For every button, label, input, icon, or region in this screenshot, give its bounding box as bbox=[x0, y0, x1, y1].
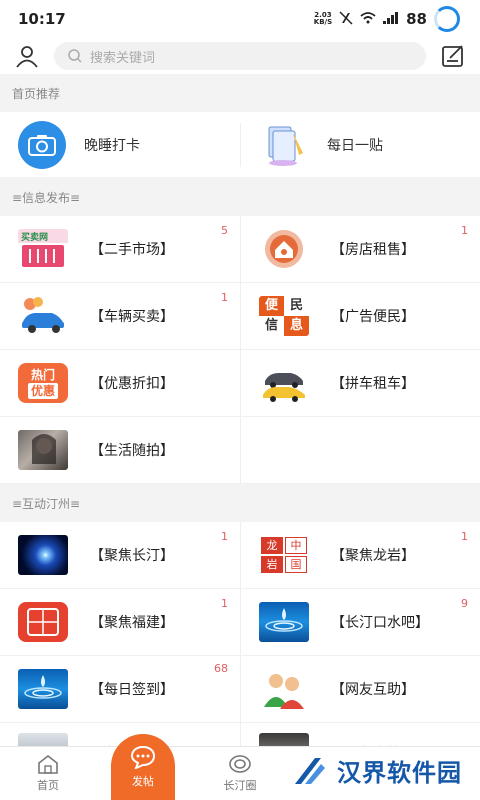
convenience-info-icon: 便 民 信 息 bbox=[259, 296, 309, 336]
grid-item-daily-checkin[interactable]: 【每日签到】 68 bbox=[0, 656, 240, 722]
section-header-info: ≡信息发布≡ bbox=[0, 178, 480, 216]
seal-stamp-icon bbox=[18, 602, 68, 642]
section-header-interact: ≡互动汀州≡ bbox=[0, 484, 480, 522]
user-profile-button[interactable] bbox=[14, 43, 40, 69]
grid-item-secondhand-market[interactable]: 买卖网 【二手市场】 5 bbox=[0, 216, 240, 282]
edit-icon bbox=[442, 45, 463, 67]
shopping-basket-icon: 买卖网 bbox=[18, 229, 68, 269]
network-speed: 2.03 KB/S bbox=[313, 11, 333, 26]
grid-item-carpool-rental[interactable]: 【拼车租车】 bbox=[240, 350, 480, 416]
grid-row: 【每日签到】 68 【网友互助】 bbox=[0, 656, 480, 723]
car-icon bbox=[18, 296, 68, 336]
grid-row: 【聚焦长汀】 1 龙 中 岩 国 【聚焦龙岩】 1 bbox=[0, 522, 480, 589]
grid-item-empty bbox=[240, 417, 480, 483]
top-bar: 搜索关键词 bbox=[0, 38, 480, 74]
grid-item-changting-chat[interactable]: 【长汀口水吧】 9 bbox=[240, 589, 480, 655]
search-placeholder: 搜索关键词 bbox=[90, 50, 156, 66]
badge: 1 bbox=[221, 291, 228, 304]
search-icon bbox=[68, 49, 82, 63]
nav-home[interactable]: 首页 bbox=[0, 747, 96, 800]
grid-row: 【车辆买卖】 1 便 民 信 息 【广告便民】 bbox=[0, 283, 480, 350]
compose-button[interactable] bbox=[440, 43, 466, 69]
badge: 1 bbox=[221, 530, 228, 543]
status-bar: 10:17 2.03 KB/S 88 bbox=[0, 0, 480, 38]
grid-row: 买卖网 【二手市场】 5 【房店租售】 1 bbox=[0, 216, 480, 283]
search-input[interactable]: 搜索关键词 bbox=[54, 42, 426, 70]
grid-item-netizen-help[interactable]: 【网友互助】 bbox=[240, 656, 480, 722]
grid-item-focus-longyan[interactable]: 龙 中 岩 国 【聚焦龙岩】 1 bbox=[240, 522, 480, 588]
grid-item-ads-convenience[interactable]: 便 民 信 息 【广告便民】 bbox=[240, 283, 480, 349]
paper-pen-icon bbox=[259, 123, 309, 167]
watermark-logo-icon bbox=[295, 757, 325, 784]
battery-level: 88 bbox=[406, 10, 427, 28]
people-icon bbox=[259, 669, 309, 709]
status-time: 10:17 bbox=[18, 10, 66, 28]
cars-icon bbox=[259, 363, 309, 403]
eye-circle-icon bbox=[229, 755, 251, 773]
signal-icon bbox=[383, 11, 399, 27]
badge: 1 bbox=[461, 530, 468, 543]
mute-icon bbox=[339, 10, 353, 28]
water-drop-photo bbox=[18, 669, 68, 709]
grid-row: 热门 优惠 【优惠折扣】 【拼车租车】 bbox=[0, 350, 480, 417]
home-icon bbox=[38, 754, 58, 774]
nav-changting-circle[interactable]: 长汀圈 bbox=[192, 747, 288, 800]
badge: 1 bbox=[461, 224, 468, 237]
section-header-recommend: 首页推荐 bbox=[0, 74, 480, 112]
grid-item-discount[interactable]: 热门 优惠 【优惠折扣】 bbox=[0, 350, 240, 416]
camera-icon bbox=[18, 120, 66, 169]
house-icon bbox=[259, 229, 309, 269]
post-button[interactable]: 发帖 bbox=[111, 734, 175, 800]
chat-bubble-icon bbox=[130, 745, 156, 769]
user-icon bbox=[16, 46, 38, 68]
portrait-photo bbox=[18, 430, 68, 470]
watermark: 汉界软件园 bbox=[289, 753, 462, 788]
discount-tag-icon: 热门 优惠 bbox=[18, 363, 68, 403]
daily-post-item[interactable]: 每日一贴 bbox=[240, 122, 480, 167]
grid-row: 【生活随拍】 bbox=[0, 417, 480, 484]
recommend-row: 晚睡打卡 每日一贴 bbox=[0, 112, 480, 178]
seal-stamp-icon: 龙 中 岩 国 bbox=[259, 535, 309, 575]
battery-icon bbox=[434, 6, 460, 32]
grid-item-house-rental[interactable]: 【房店租售】 1 bbox=[240, 216, 480, 282]
badge: 9 bbox=[461, 597, 468, 610]
grid-item-vehicle-trade[interactable]: 【车辆买卖】 1 bbox=[0, 283, 240, 349]
grid-row: 【聚焦福建】 1 【长汀口水吧】 9 bbox=[0, 589, 480, 656]
light-burst-photo bbox=[18, 535, 68, 575]
water-drop-photo bbox=[259, 602, 309, 642]
badge: 5 bbox=[221, 224, 228, 237]
checkin-item[interactable]: 晚睡打卡 bbox=[0, 120, 240, 169]
grid-item-focus-fujian[interactable]: 【聚焦福建】 1 bbox=[0, 589, 240, 655]
grid-item-life-snapshot[interactable]: 【生活随拍】 bbox=[0, 417, 240, 483]
wifi-icon bbox=[360, 11, 376, 27]
grid-item-focus-changting[interactable]: 【聚焦长汀】 1 bbox=[0, 522, 240, 588]
badge: 68 bbox=[214, 662, 228, 675]
badge: 1 bbox=[221, 597, 228, 610]
